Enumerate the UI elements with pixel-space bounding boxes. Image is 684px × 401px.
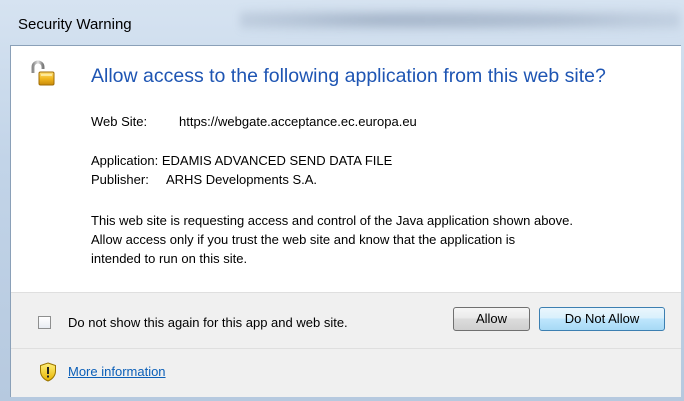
publisher-row: Publisher: ARHS Developments S.A. (91, 172, 317, 187)
do-not-allow-button[interactable]: Do Not Allow (539, 307, 665, 331)
description-line: This web site is requesting access and c… (91, 213, 573, 228)
dialog-headline: Allow access to the following applicatio… (91, 65, 606, 87)
dont-show-again-checkbox[interactable] (38, 316, 51, 329)
publisher-label: Publisher: (91, 172, 149, 187)
web-site-row: Web Site: https://webgate.acceptance.ec.e… (91, 114, 417, 129)
shield-warning-icon (40, 362, 56, 382)
warning-description: This web site is requesting access and c… (91, 211, 681, 268)
padlock-icon (31, 60, 55, 86)
action-bar: Do not show this again for this app and … (11, 292, 681, 349)
description-line: intended to run on this site. (91, 251, 248, 266)
web-site-label: Web Site: (91, 114, 148, 129)
title-bar[interactable]: Security Warning (0, 0, 684, 44)
web-site-value: https://webgate.acceptance.ec.europa.eu (179, 114, 417, 129)
application-value: EDAMIS ADVANCED SEND DATA FILE (161, 153, 393, 168)
dialog-footer: More information (11, 348, 681, 397)
allow-button[interactable]: Allow (453, 307, 530, 331)
publisher-value: ARHS Developments S.A. (166, 172, 318, 187)
description-line: Allow access only if you trust the web s… (91, 232, 516, 247)
window-title: Security Warning (18, 16, 132, 33)
application-row: Application: EDAMIS ADVANCED SEND DATA F… (91, 153, 392, 168)
more-information-link[interactable]: More information (68, 364, 166, 379)
dont-show-again-label[interactable]: Do not show this again for this app and … (68, 315, 348, 330)
application-label: Application: (91, 153, 159, 168)
dialog-content: Allow access to the following applicatio… (11, 46, 681, 292)
dialog-client-area: Allow access to the following applicatio… (10, 45, 681, 397)
